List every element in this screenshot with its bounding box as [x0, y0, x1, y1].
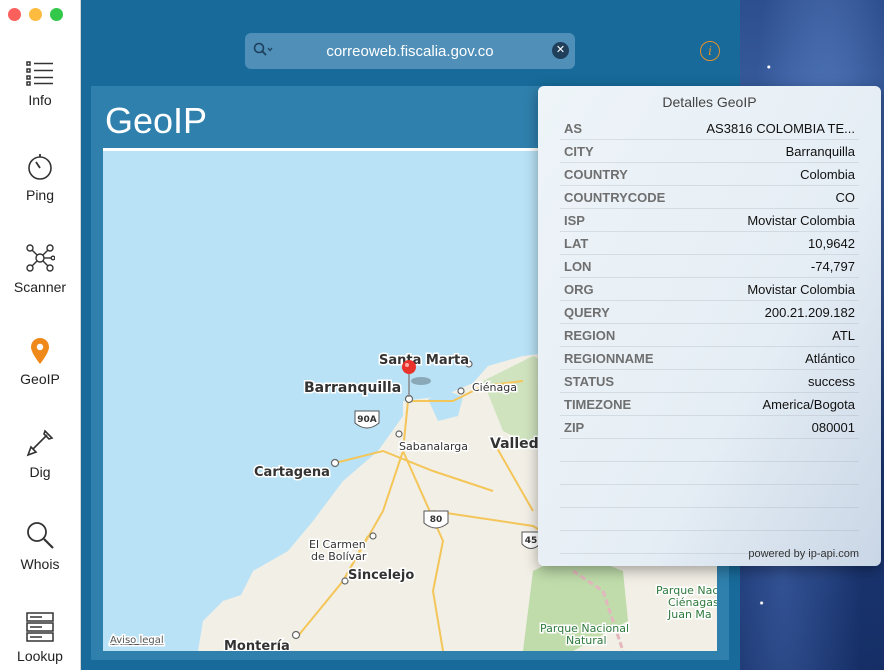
details-row: REGION ATL: [560, 324, 859, 347]
sidebar-item-label: Dig: [29, 464, 51, 480]
sidebar-item-whois[interactable]: Whois: [0, 520, 80, 572]
sidebar: Info Ping Scanner GeoIP Dig Whois Lookup: [0, 0, 81, 670]
popover-title: Detalles GeoIP: [662, 94, 757, 110]
page-title: GeoIP: [105, 100, 208, 141]
details-row: QUERY 200.21.209.182: [560, 301, 859, 324]
map-label-cienaga: Ciénaga: [472, 381, 517, 394]
network-icon: [26, 244, 55, 272]
route-90a-label: 90A: [357, 415, 377, 425]
map-label-sincelejo: Sincelejo: [348, 568, 414, 583]
details-row: TIMEZONE America/Bogota: [560, 393, 859, 416]
details-row: REGIONNAME Atlántico: [560, 347, 859, 370]
row-key: LON: [564, 259, 592, 274]
traffic-lights: [8, 8, 63, 21]
row-key: LAT: [564, 236, 589, 251]
powered-by-label: powered by ip-api.com: [748, 548, 859, 560]
sidebar-item-ping[interactable]: Ping: [0, 153, 80, 203]
row-key: REGIONNAME: [564, 351, 654, 366]
info-icon[interactable]: i: [700, 41, 720, 61]
details-row: LAT 10,9642: [560, 232, 859, 255]
row-value: Barranquilla: [785, 144, 855, 159]
clear-icon[interactable]: ✕: [552, 42, 569, 59]
details-row: LON -74,797: [560, 255, 859, 278]
details-row-empty: [560, 439, 859, 462]
list-icon: [26, 61, 53, 86]
close-button[interactable]: [8, 8, 21, 21]
row-value: Movistar Colombia: [747, 213, 855, 228]
map-label-park-2: Natural: [566, 634, 607, 647]
details-row: AS AS3816 COLOMBIA TE...: [560, 117, 859, 140]
row-key: QUERY: [564, 305, 610, 320]
row-value: Atlántico: [805, 351, 855, 366]
row-key: REGION: [564, 328, 616, 343]
details-row: COUNTRYCODE CO: [560, 186, 859, 209]
row-key: STATUS: [564, 374, 615, 389]
row-key: ORG: [564, 282, 594, 297]
route-80-label: 80: [430, 515, 443, 525]
details-row: COUNTRY Colombia: [560, 163, 859, 186]
row-value: Colombia: [800, 167, 855, 182]
map-label-valledupar: Valled: [490, 436, 539, 452]
row-key: TIMEZONE: [564, 397, 632, 412]
row-value: AS3816 COLOMBIA TE...: [706, 121, 855, 136]
map-label-barranquilla: Barranquilla: [304, 380, 401, 396]
minimize-button[interactable]: [29, 8, 42, 21]
pin-icon: [31, 338, 49, 364]
search-input[interactable]: correoweb.fiscalia.gov.co: [245, 43, 575, 60]
map-label-de-bolivar: de Bolívar: [311, 550, 367, 563]
shovel-icon: [26, 429, 54, 457]
map-label-cartagena: Cartagena: [254, 465, 330, 480]
zoom-button[interactable]: [50, 8, 63, 21]
row-key: COUNTRY: [564, 167, 628, 182]
details-row: CITY Barranquilla: [560, 140, 859, 163]
row-key: COUNTRYCODE: [564, 190, 666, 205]
details-row: ISP Movistar Colombia: [560, 209, 859, 232]
details-row: ZIP 080001: [560, 416, 859, 439]
details-row-empty: [560, 508, 859, 531]
app-window: Info Ping Scanner GeoIP Dig Whois Lookup…: [0, 0, 881, 670]
geoip-details-popover: Detalles GeoIP AS AS3816 COLOMBIA TE... C…: [538, 86, 881, 566]
row-value: -74,797: [810, 259, 855, 274]
row-key: ISP: [564, 213, 585, 228]
row-value: Movistar Colombia: [747, 282, 855, 297]
map-label-santa-marta: Santa Marta: [379, 353, 469, 368]
row-value: success: [808, 374, 855, 389]
legal-link: Aviso legal: [110, 635, 164, 646]
sidebar-item-dig[interactable]: Dig: [0, 428, 80, 480]
server-icon: [26, 612, 54, 642]
sidebar-item-label: Info: [28, 92, 52, 108]
details-row: STATUS success: [560, 370, 859, 393]
details-row-empty: [560, 485, 859, 508]
search-field[interactable]: correoweb.fiscalia.gov.co ✕: [245, 33, 575, 69]
row-value: 200.21.209.182: [764, 305, 855, 320]
row-value: 10,9642: [808, 236, 855, 251]
map-label-monteria: Montería: [224, 639, 290, 651]
details-list: AS AS3816 COLOMBIA TE... CITY Barranquilla…: [560, 117, 859, 554]
row-value: CO: [835, 190, 856, 205]
sidebar-item-info[interactable]: Info: [0, 60, 80, 108]
row-key: CITY: [564, 144, 594, 159]
sidebar-item-label: GeoIP: [20, 371, 60, 387]
row-value: ATL: [832, 328, 855, 343]
row-value: America/Bogota: [762, 397, 856, 412]
sidebar-item-label: Scanner: [13, 279, 67, 295]
magnifier-icon: [27, 522, 54, 549]
sidebar-item-label: Whois: [20, 556, 60, 572]
sidebar-item-geoip[interactable]: GeoIP: [0, 337, 80, 387]
sidebar-item-label: Lookup: [17, 648, 63, 664]
row-key: ZIP: [564, 420, 585, 435]
details-row-empty: [560, 462, 859, 485]
route-45-label: 45: [525, 536, 538, 546]
row-value: 080001: [811, 420, 855, 435]
row-key: AS: [564, 121, 583, 136]
map-label-park-r3: Juan Ma: [667, 608, 712, 621]
sidebar-item-lookup[interactable]: Lookup: [0, 612, 80, 664]
sidebar-item-label: Ping: [25, 187, 55, 203]
sidebar-item-scanner[interactable]: Scanner: [0, 243, 80, 295]
stopwatch-icon: [28, 154, 52, 180]
details-row: ORG Movistar Colombia: [560, 278, 859, 301]
map-label-sabanalarga: Sabanalarga: [399, 440, 468, 453]
